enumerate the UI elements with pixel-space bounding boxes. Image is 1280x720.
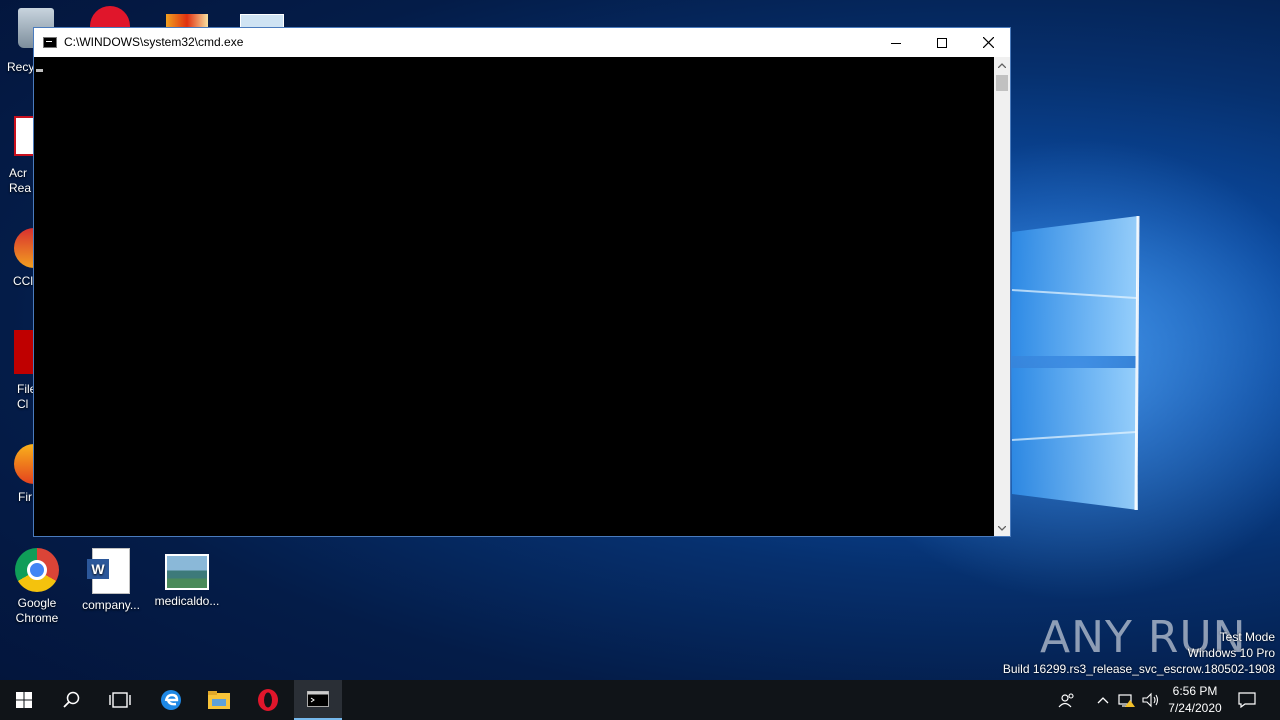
taskbar-clock[interactable]: 6:56 PM 7/24/2020 <box>1162 683 1228 717</box>
test-mode-watermark: Test Mode Windows 10 Pro Build 16299.rs3… <box>1003 629 1275 677</box>
desktop-icon-label: CCl <box>13 274 33 288</box>
volume-icon <box>1142 692 1159 708</box>
close-icon <box>982 37 994 48</box>
word-document-icon: W <box>87 548 130 594</box>
chevron-up-icon <box>998 62 1006 68</box>
scroll-down-arrow[interactable] <box>994 520 1010 536</box>
text-cursor <box>36 69 43 72</box>
windows-start-icon <box>16 692 32 708</box>
volume-button[interactable] <box>1141 690 1161 710</box>
clock-date: 7/24/2020 <box>1168 701 1222 715</box>
desktop-icon-label: Fir <box>18 490 32 504</box>
desktop-icon-google-chrome[interactable]: Google Chrome <box>0 548 74 626</box>
cmd-icon <box>43 37 57 48</box>
ccleaner-icon <box>14 228 34 268</box>
task-view-button[interactable] <box>96 680 144 720</box>
desktop-icon-label: Acr Rea <box>9 166 32 195</box>
desktop-icon-label: Recy <box>7 60 35 74</box>
minimize-icon <box>891 42 901 44</box>
image-file-icon <box>165 554 209 590</box>
filezilla-icon <box>14 330 34 374</box>
cmd-icon <box>307 691 329 707</box>
chrome-icon <box>15 548 59 592</box>
network-icon <box>1118 694 1135 707</box>
action-center-button[interactable] <box>1237 690 1257 710</box>
show-hidden-icons-button[interactable] <box>1093 690 1113 710</box>
taskbar-opera[interactable] <box>244 680 292 720</box>
taskbar-file-explorer[interactable] <box>195 680 243 720</box>
taskbar-cmd[interactable] <box>294 680 342 720</box>
desktop-icon-label: medicaldo... <box>154 594 220 608</box>
file-explorer-icon <box>208 691 230 709</box>
scroll-up-arrow[interactable] <box>994 57 1010 73</box>
minimize-button[interactable] <box>873 28 919 57</box>
desktop-icon-medical-image[interactable]: medicaldo... <box>150 548 224 609</box>
network-button[interactable] <box>1117 690 1137 710</box>
console-output-area[interactable] <box>34 57 994 536</box>
maximize-icon <box>937 37 947 48</box>
taskbar-edge[interactable] <box>147 680 195 720</box>
search-button[interactable] <box>48 680 96 720</box>
watermark-line: Windows 10 Pro <box>1187 646 1275 660</box>
desktop-icon-company-document[interactable]: W company... <box>74 548 148 613</box>
scroll-thumb[interactable] <box>996 75 1008 91</box>
watermark-line: Build 16299.rs3_release_svc_escrow.18050… <box>1002 662 1275 676</box>
search-icon <box>63 691 80 708</box>
chevron-up-icon <box>1097 697 1109 704</box>
edge-icon <box>161 690 181 710</box>
vertical-scrollbar[interactable] <box>994 57 1010 536</box>
desktop-icon-label: company... <box>82 598 140 612</box>
close-button[interactable] <box>965 28 1011 57</box>
acrobat-reader-icon <box>14 116 34 156</box>
task-view-icon <box>109 692 131 708</box>
maximize-button[interactable] <box>919 28 965 57</box>
notification-icon <box>1238 692 1256 708</box>
people-button[interactable] <box>1057 690 1077 710</box>
people-icon <box>1058 693 1074 708</box>
chevron-down-icon <box>998 525 1006 531</box>
window-titlebar[interactable]: C:\WINDOWS\system32\cmd.exe <box>34 28 1010 57</box>
window-title: C:\WINDOWS\system32\cmd.exe <box>64 35 244 49</box>
opera-icon <box>258 689 278 711</box>
firefox-icon <box>14 444 34 484</box>
cmd-window[interactable]: C:\WINDOWS\system32\cmd.exe <box>33 27 1011 537</box>
desktop-icon-label: Google Chrome <box>15 596 59 625</box>
clock-time: 6:56 PM <box>1172 684 1218 698</box>
start-button[interactable] <box>0 680 48 720</box>
watermark-line: Test Mode <box>1219 630 1275 644</box>
taskbar: 6:56 PM 7/24/2020 <box>0 680 1280 720</box>
